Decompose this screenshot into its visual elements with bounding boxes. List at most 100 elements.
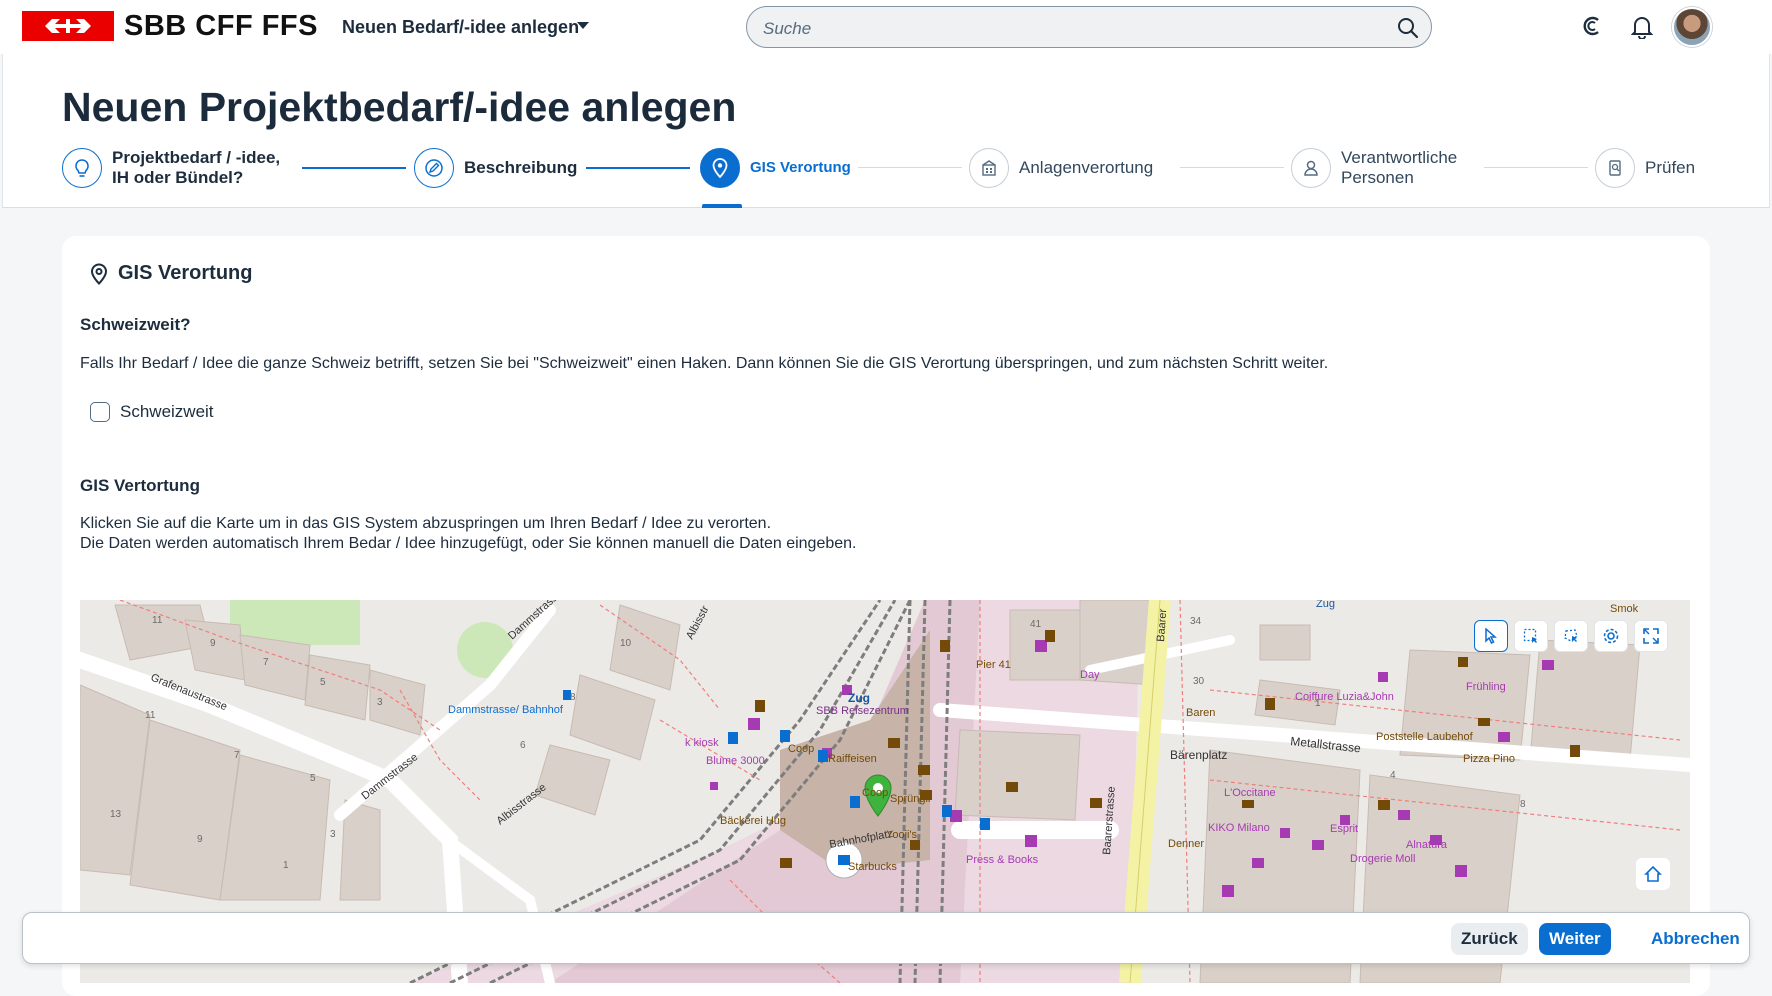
- chevron-down-icon[interactable]: [577, 22, 589, 30]
- copilot-icon[interactable]: [1581, 15, 1603, 37]
- step-connector: [1484, 167, 1588, 168]
- svg-text:13: 13: [110, 809, 122, 820]
- wizard-step-gis[interactable]: GIS Verortung: [700, 148, 851, 188]
- svg-text:30: 30: [1193, 676, 1205, 687]
- back-button[interactable]: Zurück: [1451, 923, 1528, 955]
- step-label: Verantwortliche: [1341, 148, 1458, 167]
- box-select-icon[interactable]: [1514, 620, 1548, 652]
- svg-text:1: 1: [283, 860, 289, 871]
- svg-text:Alnatura: Alnatura: [1406, 839, 1448, 851]
- svg-text:Blume 3000: Blume 3000: [706, 755, 765, 767]
- svg-text:Raiffeisen: Raiffeisen: [828, 753, 877, 765]
- app-title[interactable]: Neuen Bedarf/-idee anlegen: [342, 17, 579, 38]
- svg-text:Zug: Zug: [1316, 600, 1335, 610]
- wizard-step-beschreibung[interactable]: Beschreibung: [414, 148, 577, 188]
- step-label: Prüfen: [1645, 158, 1696, 177]
- wizard-step-personen[interactable]: Verantwortliche Personen: [1291, 148, 1457, 188]
- svg-text:Starbucks: Starbucks: [848, 861, 897, 873]
- svg-text:Bäckerei Hug: Bäckerei Hug: [720, 815, 786, 827]
- svg-text:9: 9: [210, 638, 216, 649]
- step-label: Beschreibung: [464, 158, 578, 177]
- svg-text:9: 9: [197, 834, 203, 845]
- svg-text:Dammstrasse/ Bahnhof: Dammstrasse/ Bahnhof: [448, 704, 564, 716]
- card-header: GIS Verortung: [90, 262, 252, 285]
- svg-text:4: 4: [1390, 770, 1396, 781]
- wizard-step-anlagen[interactable]: Anlagenverortung: [969, 148, 1153, 188]
- bell-icon[interactable]: [1631, 15, 1653, 39]
- svg-text:Yooji's: Yooji's: [886, 829, 918, 841]
- next-button[interactable]: Weiter: [1539, 923, 1611, 955]
- step-label: IH oder Bündel?: [112, 168, 244, 187]
- user-avatar[interactable]: [1672, 7, 1712, 47]
- lightbulb-icon: [62, 148, 102, 188]
- svg-text:11: 11: [152, 615, 163, 626]
- svg-text:Drogerie Moll: Drogerie Moll: [1350, 853, 1415, 865]
- section-text-schweizweit: Falls Ihr Bedarf / Idee die ganze Schwei…: [80, 355, 1329, 372]
- schweizweit-checkbox-row[interactable]: Schweizweit: [90, 402, 214, 422]
- svg-text:Zug: Zug: [848, 691, 870, 705]
- svg-text:Poststelle Laubehof: Poststelle Laubehof: [1376, 731, 1474, 743]
- map-toolbar: [1474, 620, 1668, 652]
- settings-icon[interactable]: [1594, 620, 1628, 652]
- step-connector: [858, 167, 962, 168]
- building-icon: [969, 148, 1009, 188]
- page-header: Neuen Projektbedarf/-idee anlegen Projek…: [2, 54, 1770, 208]
- home-icon[interactable]: [1636, 858, 1670, 890]
- section-heading-schweizweit: Schweizweit?: [80, 315, 191, 334]
- step-label: Personen: [1341, 168, 1414, 187]
- pointer-tool-icon[interactable]: [1474, 620, 1508, 652]
- svg-text:Pizza Pino: Pizza Pino: [1463, 753, 1515, 765]
- svg-text:11: 11: [145, 710, 156, 721]
- svg-text:Coop: Coop: [788, 743, 814, 755]
- sbb-logo-icon[interactable]: [22, 11, 114, 41]
- fullscreen-icon[interactable]: [1634, 620, 1668, 652]
- svg-text:Denner: Denner: [1168, 838, 1204, 850]
- svg-text:8: 8: [570, 692, 576, 703]
- svg-text:10: 10: [620, 638, 632, 649]
- person-icon: [1291, 148, 1331, 188]
- svg-text:Day: Day: [1080, 669, 1100, 681]
- svg-text:3: 3: [330, 829, 336, 840]
- wizard-step-type[interactable]: Projektbedarf / -idee, IH oder Bündel?: [62, 148, 280, 188]
- section-heading-gis: GIS Vertortung: [80, 476, 200, 495]
- svg-text:Smok: Smok: [1610, 603, 1639, 615]
- shell-bar: SBB CFF FFS Neuen Bedarf/-idee anlegen S…: [0, 0, 1772, 54]
- svg-text:Coop: Coop: [862, 787, 888, 799]
- svg-text:5: 5: [320, 677, 326, 688]
- svg-text:7: 7: [234, 750, 240, 761]
- svg-text:8: 8: [1520, 799, 1526, 810]
- search-input[interactable]: Suche: [746, 6, 1432, 48]
- brand-name: SBB CFF FFS: [124, 10, 318, 42]
- svg-text:34: 34: [1190, 616, 1202, 627]
- section-text-gis-line1: Klicken Sie auf die Karte um in das GIS …: [80, 515, 772, 532]
- wizard-footer: Zurück Weiter Abbrechen: [22, 912, 1750, 964]
- page-title: Neuen Projektbedarf/-idee anlegen: [62, 84, 737, 130]
- svg-text:7: 7: [263, 657, 269, 668]
- step-label: Projektbedarf / -idee,: [112, 148, 281, 167]
- svg-text:Pier 41: Pier 41: [976, 659, 1011, 671]
- schweizweit-checkbox[interactable]: [90, 402, 110, 422]
- svg-text:3: 3: [377, 697, 383, 708]
- active-step-indicator: [702, 204, 742, 208]
- search-placeholder: Suche: [763, 19, 812, 38]
- location-icon: [90, 262, 108, 285]
- svg-text:Coiffure Luzia&John: Coiffure Luzia&John: [1295, 691, 1394, 703]
- svg-text:k kiosk: k kiosk: [685, 737, 719, 749]
- svg-text:Frühling: Frühling: [1466, 681, 1506, 693]
- step-label: Anlagenverortung: [1019, 158, 1154, 177]
- svg-text:Baren: Baren: [1186, 707, 1215, 719]
- cancel-button[interactable]: Abbrechen: [1641, 923, 1750, 955]
- step-label: GIS Verortung: [750, 159, 851, 176]
- svg-text:Sprüngli: Sprüngli: [890, 793, 930, 805]
- step-connector: [302, 167, 406, 169]
- step-connector: [586, 167, 690, 169]
- checkbox-label[interactable]: Schweizweit: [120, 402, 214, 422]
- wizard-step-pruefen[interactable]: Prüfen: [1595, 148, 1695, 188]
- card-title: GIS Verortung: [118, 262, 253, 284]
- svg-text:SBB Reisezentrum: SBB Reisezentrum: [816, 705, 909, 717]
- section-text-gis-line2: Die Daten werden automatisch Ihrem Bedar…: [80, 535, 857, 552]
- search-icon[interactable]: [1397, 17, 1419, 39]
- lasso-select-icon[interactable]: [1554, 620, 1588, 652]
- step-connector: [1180, 167, 1284, 168]
- svg-text:41: 41: [1030, 619, 1042, 630]
